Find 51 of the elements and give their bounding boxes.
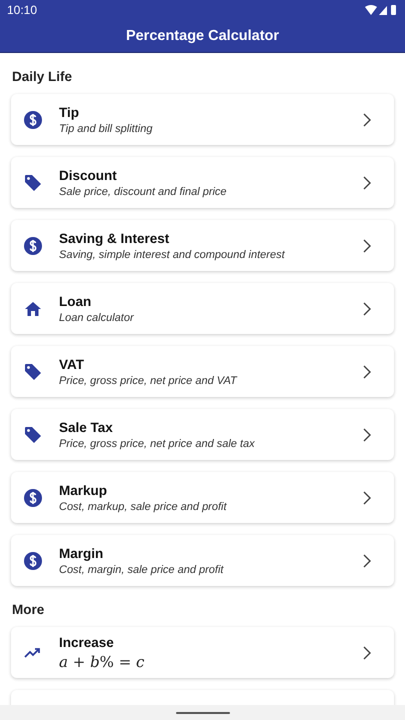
card-subtitle: Saving, simple interest and compound interest xyxy=(59,248,286,260)
card-title: Saving & Interest xyxy=(59,230,170,246)
calculator-card[interactable]: Sale Tax Price, gross price, net price and sale tax xyxy=(11,409,394,460)
card-title: Markup xyxy=(59,482,108,498)
tag-icon xyxy=(24,426,42,444)
app-title: Percentage Calculator xyxy=(126,28,280,44)
formula: a + b% = c xyxy=(59,652,146,670)
dollar-icon xyxy=(24,236,42,254)
dollar-icon xyxy=(24,552,42,570)
card-title: Tip xyxy=(59,104,80,120)
dollar-icon xyxy=(24,488,42,506)
card-title: Margin xyxy=(59,546,104,560)
card-title: Increase xyxy=(59,634,115,650)
card-subtitle: Cost, margin, sale price and profit xyxy=(59,564,225,576)
card-title: Loan xyxy=(59,294,92,308)
card-title: Discount xyxy=(59,168,118,182)
chevron-right-icon xyxy=(363,176,371,190)
card-subtitle: Loan calculator xyxy=(59,312,135,324)
calculator-card[interactable]: Saving & Interest Saving, simple interest and compound interest xyxy=(11,220,394,271)
calculator-card[interactable]: VAT Price, gross price, net price and VAT xyxy=(11,346,394,397)
home-icon xyxy=(24,300,42,316)
calculator-card[interactable]: Markup Cost, markup, sale price and profit xyxy=(11,472,394,523)
card-title: Sale Tax xyxy=(59,420,114,434)
card-title: VAT xyxy=(59,356,85,372)
chevron-right-icon xyxy=(363,302,371,316)
calculator-card[interactable]: Tip Tip and bill splitting xyxy=(11,94,394,145)
chevron-right-icon xyxy=(363,428,371,442)
dollar-icon xyxy=(24,110,42,128)
card-subtitle: Tip and bill splitting xyxy=(59,122,154,134)
tag-icon xyxy=(24,362,42,380)
chevron-right-icon xyxy=(363,490,371,504)
chevron-right-icon xyxy=(363,646,371,660)
chevron-right-icon xyxy=(363,112,371,126)
tag-icon xyxy=(24,174,42,192)
card-subtitle: Price, gross price, net price and VAT xyxy=(59,374,238,386)
card-subtitle: Sale price, discount and final price xyxy=(59,186,228,198)
chevron-right-icon xyxy=(363,364,371,378)
calculator-card[interactable]: Loan Loan calculator xyxy=(11,283,394,334)
section-heading: More xyxy=(12,602,46,617)
status-time: 10:10 xyxy=(7,3,38,17)
calculator-card[interactable]: Margin Cost, margin, sale price and profit xyxy=(11,535,394,586)
chevron-right-icon xyxy=(363,238,371,252)
calculator-card[interactable]: Discount Sale price, discount and final price xyxy=(11,157,394,208)
card-subtitle: Price, gross price, net price and sale tax xyxy=(59,438,256,450)
chevron-right-icon xyxy=(363,554,371,568)
calculator-card[interactable]: Increase a + b% = c xyxy=(11,627,394,678)
gesture-handle[interactable] xyxy=(176,712,230,714)
card-subtitle: Cost, markup, sale price and profit xyxy=(59,500,228,512)
trending-up-icon xyxy=(24,648,42,658)
section-heading: Daily Life xyxy=(12,69,74,84)
status-icons xyxy=(365,4,397,16)
